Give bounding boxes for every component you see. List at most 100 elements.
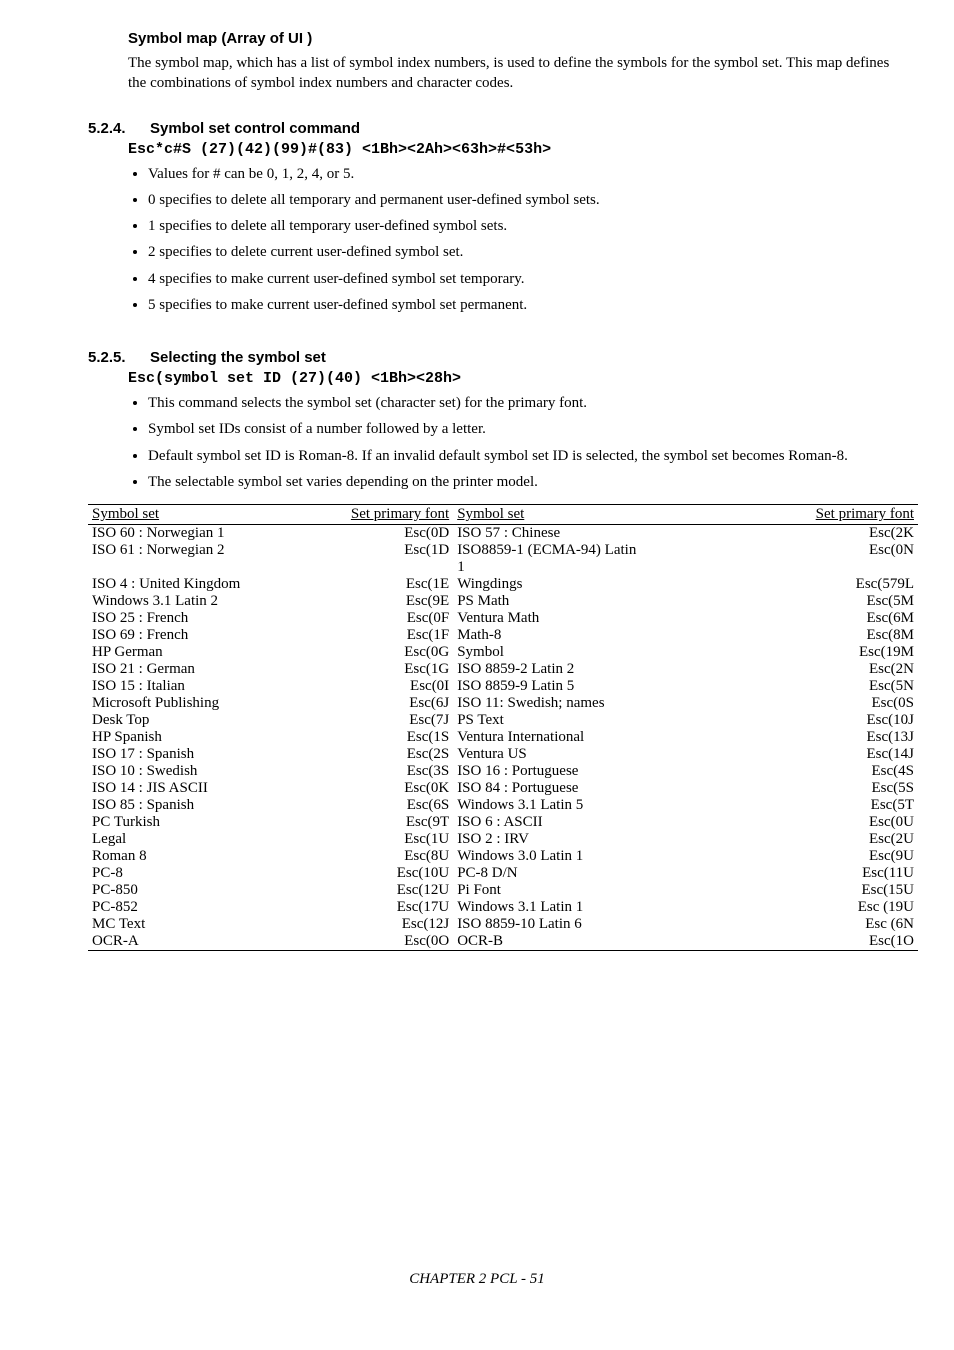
table-cell: ISO 61 : Norwegian 2 bbox=[88, 542, 304, 559]
table-cell: ISO 84 : Portuguese bbox=[453, 780, 735, 797]
table-cell: Esc(0G bbox=[304, 644, 453, 661]
table-cell: Desk Top bbox=[88, 712, 304, 729]
table-cell: Esc(1E bbox=[304, 576, 453, 593]
table-row: MC TextEsc(12JISO 8859-10 Latin 6Esc (6N bbox=[88, 916, 918, 933]
table-cell: ISO 85 : Spanish bbox=[88, 797, 304, 814]
section-525-num: 5.2.5. bbox=[88, 349, 150, 366]
table-row: Microsoft PublishingEsc(6JISO 11: Swedis… bbox=[88, 695, 918, 712]
table-cell: Esc (6N bbox=[735, 916, 918, 933]
table-cell: ISO 57 : Chinese bbox=[453, 525, 735, 543]
table-cell: Esc(12U bbox=[304, 882, 453, 899]
section-525-title: Selecting the symbol set bbox=[150, 349, 326, 366]
table-cell: Legal bbox=[88, 831, 304, 848]
section-524-cmd: Esc*c#S (27)(42)(99)#(83) <1Bh><2Ah><63h… bbox=[128, 141, 906, 158]
table-cell: Esc(2S bbox=[304, 746, 453, 763]
table-cell: ISO 11: Swedish; names bbox=[453, 695, 735, 712]
table-cell: Esc(9U bbox=[735, 848, 918, 865]
table-cell: MC Text bbox=[88, 916, 304, 933]
table-cell: Esc(0I bbox=[304, 678, 453, 695]
table-cell: Esc(1G bbox=[304, 661, 453, 678]
table-cell: Esc(14J bbox=[735, 746, 918, 763]
section-524-title: Symbol set control command bbox=[150, 120, 360, 137]
table-cell: Esc(0O bbox=[304, 933, 453, 951]
table-cell: Esc(0F bbox=[304, 610, 453, 627]
table-cell: Windows 3.1 Latin 5 bbox=[453, 797, 735, 814]
table-cell: Esc(8U bbox=[304, 848, 453, 865]
table-cell: Esc(579L bbox=[735, 576, 918, 593]
table-cell: ISO 14 : JIS ASCII bbox=[88, 780, 304, 797]
table-cell: Esc(12J bbox=[304, 916, 453, 933]
list-item: Symbol set IDs consist of a number follo… bbox=[148, 419, 906, 439]
list-item: 0 specifies to delete all temporary and … bbox=[148, 190, 906, 210]
table-cell: Esc(19M bbox=[735, 644, 918, 661]
table-cell: Esc(11U bbox=[735, 865, 918, 882]
table-row: ISO 25 : FrenchEsc(0FVentura MathEsc(6M bbox=[88, 610, 918, 627]
table-cell: Esc(2U bbox=[735, 831, 918, 848]
symbol-map-text: The symbol map, which has a list of symb… bbox=[128, 53, 896, 94]
table-cell: Esc(6J bbox=[304, 695, 453, 712]
list-item: 5 specifies to make current user-defined… bbox=[148, 295, 906, 315]
table-cell: Esc(3S bbox=[304, 763, 453, 780]
table-cell bbox=[735, 559, 918, 576]
table-cell: ISO 4 : United Kingdom bbox=[88, 576, 304, 593]
table-cell: Esc(1O bbox=[735, 933, 918, 951]
table-row: ISO 21 : GermanEsc(1GISO 8859-2 Latin 2E… bbox=[88, 661, 918, 678]
list-item: 2 specifies to delete current user-defin… bbox=[148, 242, 906, 262]
table-cell: Esc(6M bbox=[735, 610, 918, 627]
table-cell: Pi Font bbox=[453, 882, 735, 899]
table-row: HP SpanishEsc(1SVentura InternationalEsc… bbox=[88, 729, 918, 746]
table-cell: PC-852 bbox=[88, 899, 304, 916]
table-cell: ISO 8859-10 Latin 6 bbox=[453, 916, 735, 933]
list-item: The selectable symbol set varies dependi… bbox=[148, 472, 906, 492]
table-cell: HP German bbox=[88, 644, 304, 661]
table-cell: Esc(2N bbox=[735, 661, 918, 678]
section-525-head: 5.2.5. Selecting the symbol set bbox=[48, 349, 906, 366]
table-cell: Windows 3.1 Latin 2 bbox=[88, 593, 304, 610]
section-524-bullets: Values for # can be 0, 1, 2, 4, or 5. 0 … bbox=[108, 164, 906, 316]
table-row: OCR-AEsc(0OOCR-BEsc(1O bbox=[88, 933, 918, 951]
table-cell: Esc(1F bbox=[304, 627, 453, 644]
table-cell: Symbol bbox=[453, 644, 735, 661]
table-cell: Esc(0K bbox=[304, 780, 453, 797]
table-header: Set primary font bbox=[304, 505, 453, 525]
table-header: Set primary font bbox=[735, 505, 918, 525]
table-row: ISO 14 : JIS ASCIIEsc(0KISO 84 : Portugu… bbox=[88, 780, 918, 797]
table-cell: ISO 69 : French bbox=[88, 627, 304, 644]
table-row: PC-850Esc(12UPi FontEsc(15U bbox=[88, 882, 918, 899]
table-row: PC-8Esc(10UPC-8 D/NEsc(11U bbox=[88, 865, 918, 882]
table-row: Roman 8Esc(8UWindows 3.0 Latin 1Esc(9U bbox=[88, 848, 918, 865]
table-cell: Esc(5N bbox=[735, 678, 918, 695]
table-cell: Esc(5S bbox=[735, 780, 918, 797]
table-cell: Esc(7J bbox=[304, 712, 453, 729]
table-cell: Ventura Math bbox=[453, 610, 735, 627]
table-row: ISO 61 : Norwegian 2Esc(1DISO8859-1 (ECM… bbox=[88, 542, 918, 559]
table-cell: ISO 16 : Portuguese bbox=[453, 763, 735, 780]
list-item: Values for # can be 0, 1, 2, 4, or 5. bbox=[148, 164, 906, 184]
table-row: ISO 69 : FrenchEsc(1FMath-8Esc(8M bbox=[88, 627, 918, 644]
table-cell: PC Turkish bbox=[88, 814, 304, 831]
table-header: Symbol set bbox=[88, 505, 304, 525]
table-cell: Ventura US bbox=[453, 746, 735, 763]
table-row: ISO 10 : SwedishEsc(3SISO 16 : Portugues… bbox=[88, 763, 918, 780]
table-row: ISO 4 : United KingdomEsc(1EWingdingsEsc… bbox=[88, 576, 918, 593]
table-row: 1 bbox=[88, 559, 918, 576]
page-footer: CHAPTER 2 PCL - 51 bbox=[48, 1271, 906, 1288]
table-cell: Esc(9T bbox=[304, 814, 453, 831]
table-cell: Esc(10J bbox=[735, 712, 918, 729]
table-cell: Esc (19U bbox=[735, 899, 918, 916]
table-row: HP GermanEsc(0GSymbolEsc(19M bbox=[88, 644, 918, 661]
table-cell: ISO 8859-9 Latin 5 bbox=[453, 678, 735, 695]
table-cell: PC-8 bbox=[88, 865, 304, 882]
table-cell: Windows 3.0 Latin 1 bbox=[453, 848, 735, 865]
table-row: Windows 3.1 Latin 2Esc(9EPS MathEsc(5M bbox=[88, 593, 918, 610]
table-row: ISO 60 : Norwegian 1Esc(0DISO 57 : Chine… bbox=[88, 525, 918, 543]
table-cell: Ventura International bbox=[453, 729, 735, 746]
table-cell: Esc(4S bbox=[735, 763, 918, 780]
table-cell: Esc(0N bbox=[735, 542, 918, 559]
table-cell: Microsoft Publishing bbox=[88, 695, 304, 712]
table-cell: Esc(0D bbox=[304, 525, 453, 543]
symbol-set-table: Symbol set Set primary font Symbol set S… bbox=[88, 504, 918, 951]
table-cell: PC-8 D/N bbox=[453, 865, 735, 882]
table-cell: Esc(1D bbox=[304, 542, 453, 559]
table-cell: OCR-B bbox=[453, 933, 735, 951]
